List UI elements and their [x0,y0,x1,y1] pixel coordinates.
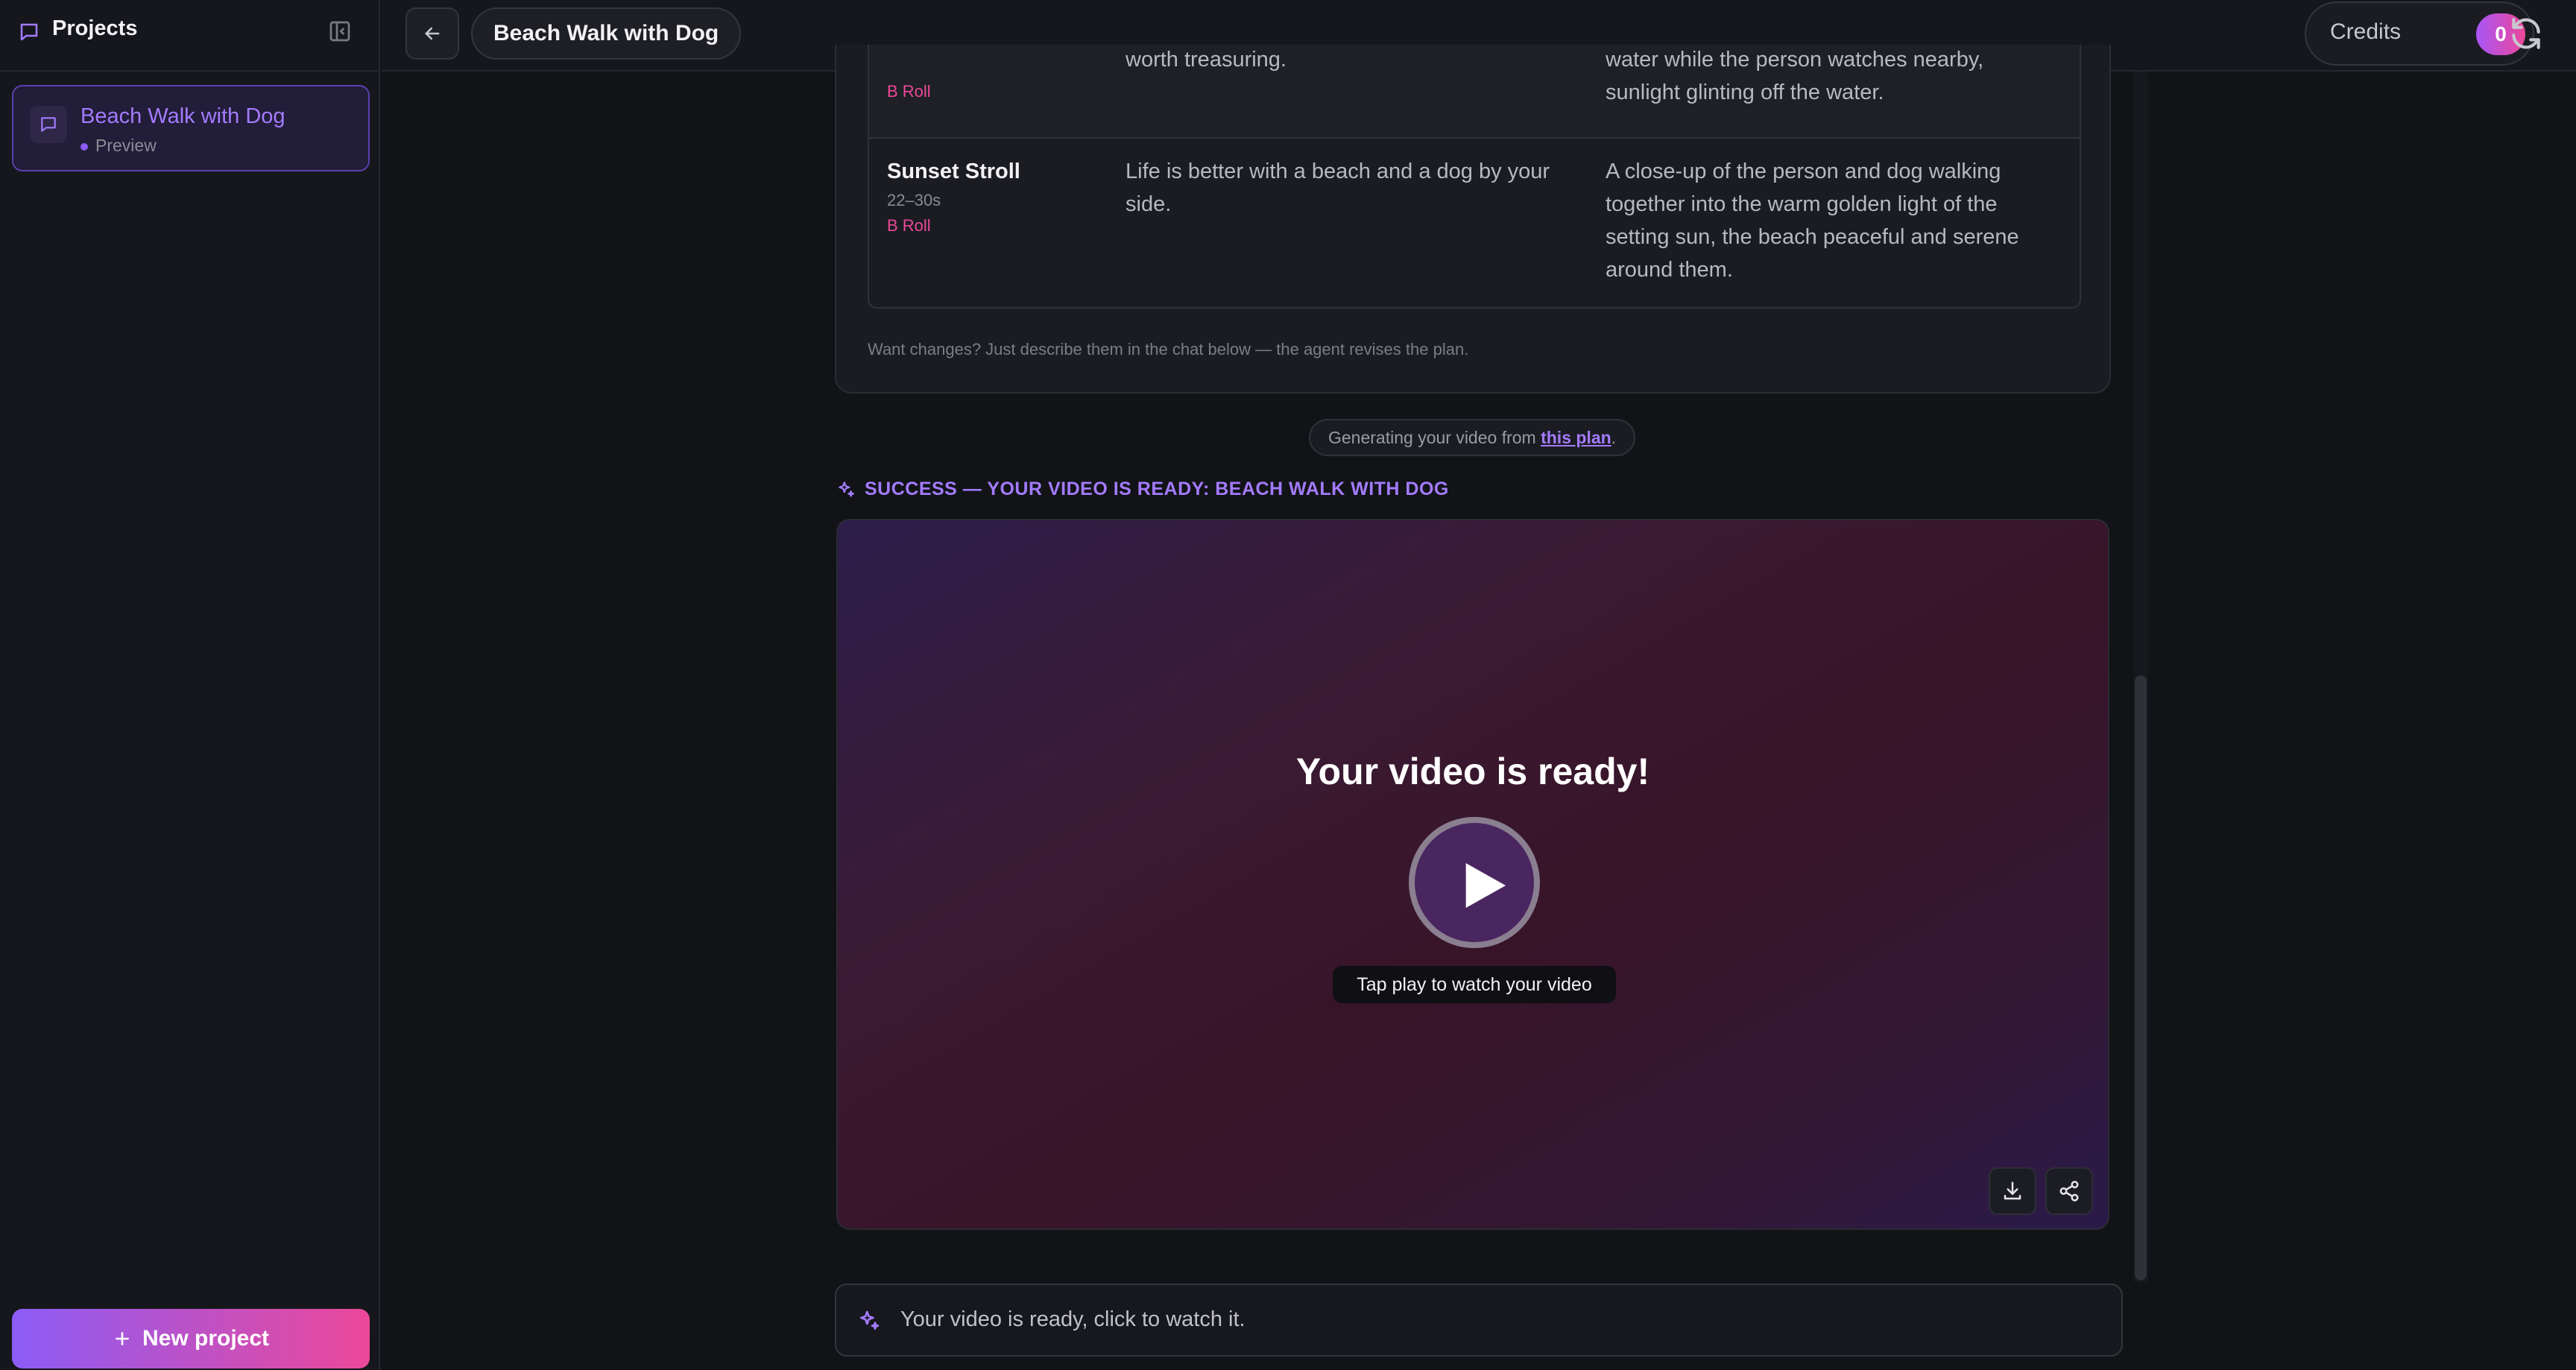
plus-icon [116,1332,129,1345]
table-row: Sunset Stroll 22–30s B Roll Life is bett… [869,139,2080,307]
project-title: Beach Walk with Dog [80,104,285,128]
share-button[interactable] [2045,1167,2093,1215]
download-icon [2004,1181,2021,1200]
video-headline: Your video is ready! [1295,751,1650,792]
play-button[interactable] [1409,817,1540,948]
chat-status-text: Your video is ready, click to watch it. [900,1307,1246,1331]
generating-suffix: . [1611,428,1617,447]
scrollbar-thumb[interactable] [2135,675,2147,1281]
generating-prefix: Generating your video from [1328,428,1541,447]
sparkles-icon [860,1310,880,1330]
video-player[interactable]: Your video is ready! Tap play to watch y… [836,519,2109,1230]
new-project-button[interactable]: New project [12,1309,370,1369]
collapse-sidebar-icon[interactable] [328,19,352,43]
sidebar-header: Projects [0,0,379,72]
project-chat-icon [30,106,67,143]
shot-voiceover: Life is better with a beach and a dog by… [1126,160,1550,216]
plan-hint: Want changes? Just describe them in the … [868,340,1469,359]
shot-table: B Roll worth treasuring. water while the… [868,45,2081,309]
shot-type-label: B Roll [887,216,931,235]
shot-visual-line: water while the person watches nearby, [1606,48,1984,72]
play-icon [1465,863,1506,908]
new-project-label: New project [142,1326,270,1351]
sparkles-icon [839,482,854,497]
shot-visual-line: sunlight glinting off the water. [1606,81,1884,104]
chat-status-bar[interactable]: Your video is ready, click to watch it. [835,1284,2123,1357]
table-row: B Roll worth treasuring. water while the… [869,45,2080,139]
sidebar-title: Projects [52,16,138,40]
project-title-pill[interactable]: Beach Walk with Dog [471,7,742,60]
tap-to-play-label: Tap play to watch your video [1333,966,1616,1003]
credits-label: Credits [2330,19,2402,44]
success-text: SUCCESS — YOUR VIDEO IS READY: BEACH WAL… [865,479,1449,499]
download-button[interactable] [1989,1167,2036,1215]
project-status-label: Preview [95,136,157,155]
generating-status-pill: Generating your video from this plan. [1309,419,1636,456]
project-status: Preview [80,136,157,156]
shot-type-label: B Roll [887,82,931,101]
video-plan-card: B Roll worth treasuring. water while the… [835,45,2111,394]
back-button[interactable] [405,7,459,60]
chat-icon [20,23,38,41]
credits-pill[interactable]: Credits 0 [2305,1,2534,66]
arrow-left-icon [425,27,440,40]
sidebar: Projects Beach Walk with Dog Preview New… [0,0,380,1370]
shot-name: Sunset Stroll [887,160,1020,183]
this-plan-link[interactable]: this plan [1541,428,1611,447]
shot-visual: A close-up of the person and dog walking… [1606,160,2019,282]
status-dot [80,142,88,151]
refresh-icon[interactable] [2507,15,2545,52]
share-icon [2059,1181,2079,1202]
sidebar-project-item[interactable]: Beach Walk with Dog Preview [12,85,370,171]
shot-time: 22–30s [887,191,941,209]
shot-voiceover: worth treasuring. [1126,48,1287,72]
